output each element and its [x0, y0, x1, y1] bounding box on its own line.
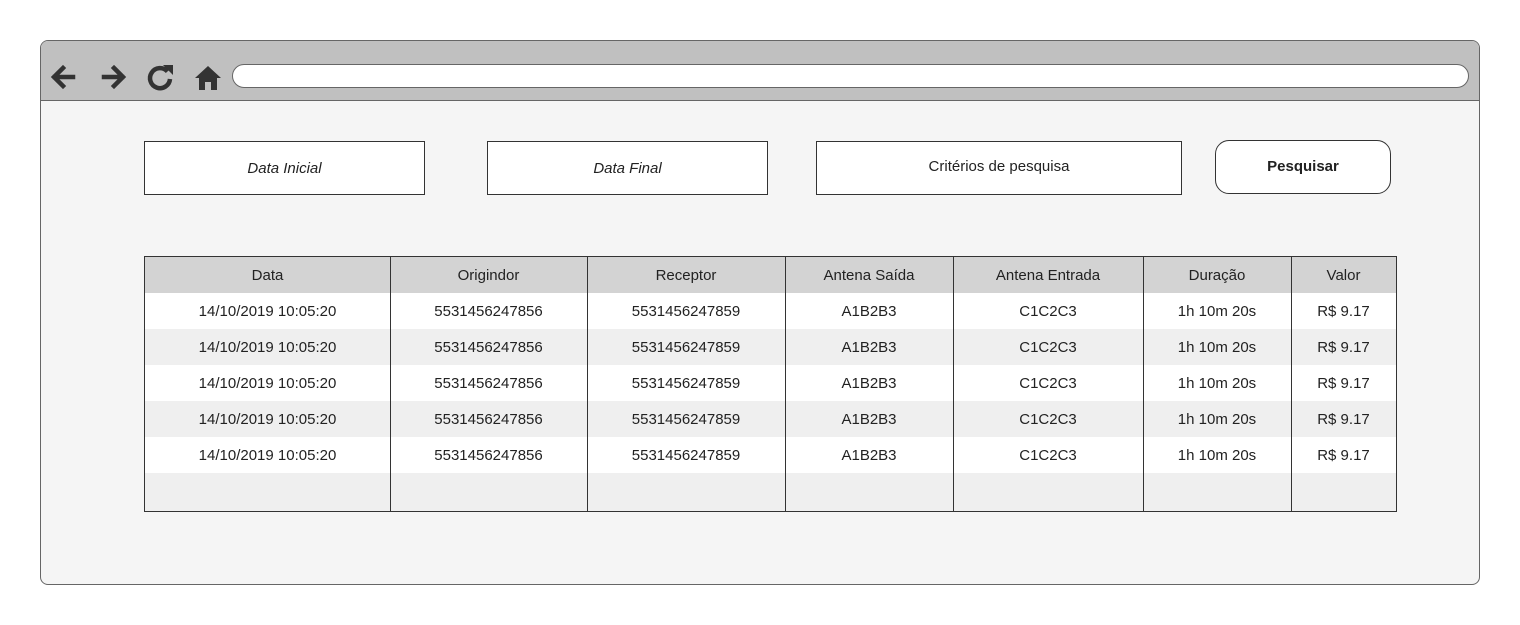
table-row[interactable]: 14/10/2019 10:05:20 5531456247856 55314562…	[145, 365, 1396, 401]
empty-table-row	[145, 473, 1396, 511]
browser-window: Data Inicial Data Final Critérios de pes…	[40, 40, 1480, 585]
column-divider	[587, 257, 588, 511]
cell-antenna-out: A1B2B3	[841, 446, 897, 464]
cell-antenna-out: A1B2B3	[841, 338, 897, 356]
column-divider	[785, 257, 786, 511]
cell-originator: 5531456247856	[434, 446, 543, 464]
refresh-icon[interactable]	[144, 61, 176, 93]
table-row[interactable]: 14/10/2019 10:05:20 5531456247856 55314562…	[145, 329, 1396, 365]
start-date-placeholder: Data Inicial	[247, 159, 322, 177]
cell-date: 14/10/2019 10:05:20	[198, 374, 337, 392]
end-date-field[interactable]: Data Final	[487, 141, 768, 195]
cell-originator: 5531456247856	[434, 302, 543, 320]
home-icon[interactable]	[192, 61, 224, 93]
cell-antenna-in: C1C2C3	[1019, 338, 1077, 356]
cell-receiver: 5531456247859	[631, 446, 741, 464]
cell-date: 14/10/2019 10:05:20	[198, 410, 337, 428]
cell-value: R$ 9.17	[1317, 374, 1370, 392]
cell-date: 14/10/2019 10:05:20	[198, 446, 337, 464]
column-header-date: Data	[251, 266, 284, 284]
cell-value: R$ 9.17	[1317, 338, 1370, 356]
cell-duration: 1h 10m 20s	[1177, 302, 1257, 320]
column-divider	[1143, 257, 1144, 511]
column-header-originator: Origindor	[457, 266, 520, 284]
cell-antenna-in: C1C2C3	[1019, 446, 1077, 464]
arrow-left-icon[interactable]	[47, 61, 79, 93]
table-header-row: Data Origindor Receptor Antena Saída Antena …	[145, 257, 1396, 293]
cell-antenna-in: C1C2C3	[1019, 410, 1077, 428]
cell-duration: 1h 10m 20s	[1177, 446, 1257, 464]
column-divider	[390, 257, 391, 511]
table-row[interactable]: 14/10/2019 10:05:20 5531456247856 55314562…	[145, 293, 1396, 329]
browser-toolbar	[41, 41, 1479, 101]
arrow-right-icon[interactable]	[98, 61, 130, 93]
url-bar[interactable]	[232, 64, 1469, 88]
search-criteria-placeholder: Critérios de pesquisa	[928, 158, 1070, 175]
table-row[interactable]: 14/10/2019 10:05:20 5531456247856 55314562…	[145, 437, 1396, 473]
cell-duration: 1h 10m 20s	[1177, 410, 1257, 428]
cell-originator: 5531456247856	[434, 410, 543, 428]
cell-date: 14/10/2019 10:05:20	[198, 302, 337, 320]
cell-antenna-in: C1C2C3	[1019, 374, 1077, 392]
cell-antenna-out: A1B2B3	[841, 410, 897, 428]
start-date-field[interactable]: Data Inicial	[144, 141, 425, 195]
cell-receiver: 5531456247859	[631, 338, 741, 356]
column-header-antenna-in: Antena Entrada	[995, 266, 1101, 284]
column-divider	[953, 257, 954, 511]
cell-date: 14/10/2019 10:05:20	[198, 338, 337, 356]
cell-duration: 1h 10m 20s	[1177, 338, 1257, 356]
search-criteria-field[interactable]: Critérios de pesquisa	[816, 141, 1182, 195]
cell-value: R$ 9.17	[1317, 446, 1370, 464]
table-row[interactable]: 14/10/2019 10:05:20 5531456247856 55314562…	[145, 401, 1396, 437]
column-header-receiver: Receptor	[655, 266, 717, 284]
column-divider	[1291, 257, 1292, 511]
column-header-value: Valor	[1326, 266, 1361, 284]
cell-value: R$ 9.17	[1317, 302, 1370, 320]
column-header-antenna-out: Antena Saída	[823, 266, 915, 284]
cell-antenna-in: C1C2C3	[1019, 302, 1077, 320]
cell-antenna-out: A1B2B3	[841, 302, 897, 320]
cell-receiver: 5531456247859	[631, 302, 741, 320]
cell-originator: 5531456247856	[434, 374, 543, 392]
cell-receiver: 5531456247859	[631, 374, 741, 392]
cell-receiver: 5531456247859	[631, 410, 741, 428]
end-date-placeholder: Data Final	[593, 159, 662, 177]
cell-value: R$ 9.17	[1317, 410, 1370, 428]
search-button[interactable]: Pesquisar	[1215, 140, 1391, 194]
cell-antenna-out: A1B2B3	[841, 374, 897, 392]
column-header-duration: Duração	[1188, 266, 1246, 284]
cell-originator: 5531456247856	[434, 338, 543, 356]
cell-duration: 1h 10m 20s	[1177, 374, 1257, 392]
results-table: Data Origindor Receptor Antena Saída Antena …	[144, 256, 1397, 512]
